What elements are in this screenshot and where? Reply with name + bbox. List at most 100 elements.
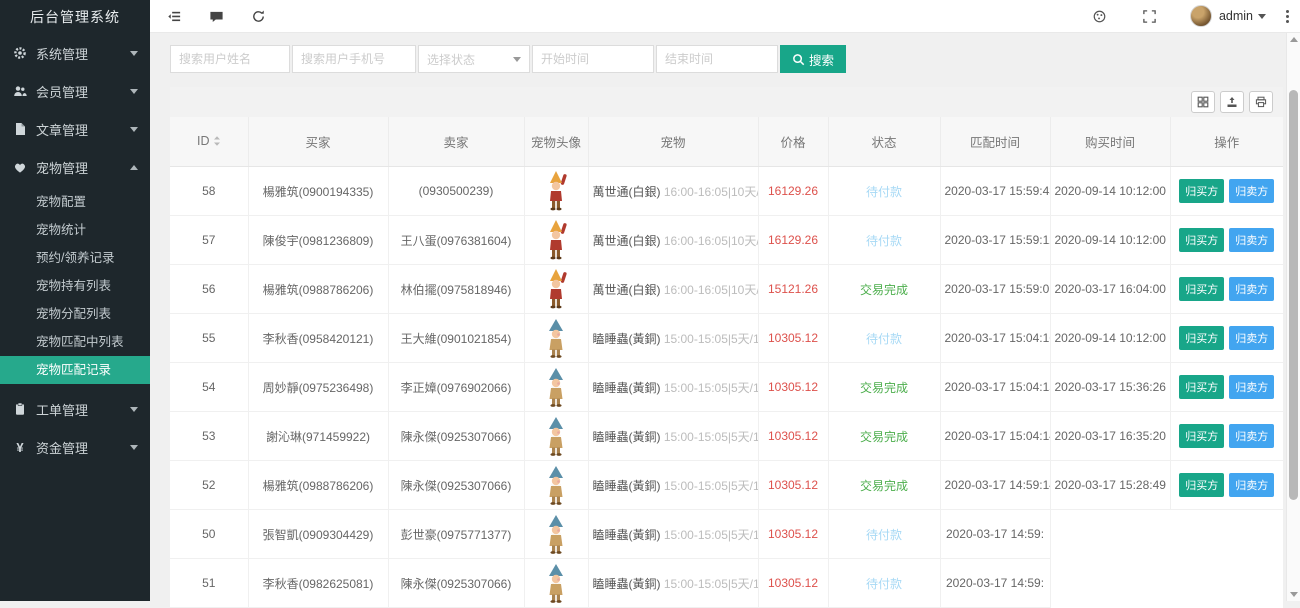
pet-avatar-dwarf-red xyxy=(543,268,569,310)
cell-id: 58 xyxy=(170,167,248,216)
cell-match-time: 2020-03-17 15:04:16 xyxy=(940,314,1050,363)
cell-match-time: 2020-03-17 15:04:14 xyxy=(940,412,1050,461)
return-to-seller-button[interactable]: 归卖方 xyxy=(1229,375,1274,399)
return-to-buyer-button[interactable]: 归买方 xyxy=(1179,473,1224,497)
chevron-down-icon xyxy=(130,445,138,450)
chevron-down-icon xyxy=(513,57,521,62)
sidebar-subitem[interactable]: 宠物分配列表 xyxy=(0,300,150,328)
article-icon xyxy=(12,121,28,137)
columns-button[interactable] xyxy=(1191,91,1215,113)
cell-status: 待付款 xyxy=(828,314,940,363)
user-avatar[interactable] xyxy=(1190,5,1212,27)
sidebar-item[interactable]: 系统管理 xyxy=(0,34,150,72)
refresh-button[interactable] xyxy=(244,4,272,28)
collapse-menu-button[interactable] xyxy=(160,4,188,28)
sidebar-item[interactable]: 文章管理 xyxy=(0,110,150,148)
vertical-scrollbar[interactable] xyxy=(1286,33,1300,601)
return-to-buyer-button[interactable]: 归买方 xyxy=(1179,326,1224,350)
workorder-icon xyxy=(12,401,28,417)
column-header[interactable]: ID xyxy=(170,117,248,167)
cell-seller: 李正嫜(0976902066) xyxy=(388,363,524,412)
return-to-seller-button[interactable]: 归卖方 xyxy=(1229,179,1274,203)
cell-actions: 归买方归卖方 xyxy=(1170,412,1283,461)
search-name-input[interactable] xyxy=(170,45,290,73)
cell-id: 54 xyxy=(170,363,248,412)
table-row: 51李秋香(0982625081)陳永傑(0925307066)瞌睡蟲(黃銅) … xyxy=(170,559,1283,608)
return-to-seller-button[interactable]: 归卖方 xyxy=(1229,277,1274,301)
start-time-input[interactable] xyxy=(532,45,654,73)
cell-actions: 归买方归卖方 xyxy=(1170,265,1283,314)
cell-match-time: 2020-03-17 14:59: xyxy=(940,510,1050,559)
return-to-buyer-button[interactable]: 归买方 xyxy=(1179,277,1224,301)
sidebar-item-label: 宠物管理 xyxy=(36,158,130,177)
cell-status: 待付款 xyxy=(828,167,940,216)
return-to-seller-button[interactable]: 归卖方 xyxy=(1229,424,1274,448)
cell-pet: 瞌睡蟲(黃銅) 15:00-15:05|5天/12% xyxy=(588,363,758,412)
cell-buyer: 李秋香(0958420121) xyxy=(248,314,388,363)
user-menu[interactable]: admin xyxy=(1219,9,1266,23)
return-to-seller-button[interactable]: 归卖方 xyxy=(1229,473,1274,497)
search-button[interactable]: 搜索 xyxy=(780,45,846,73)
return-to-buyer-button[interactable]: 归买方 xyxy=(1179,228,1224,252)
pet-detail: 16:00-16:05|10天/26% xyxy=(664,234,758,248)
cell-pet: 萬世通(白銀) 16:00-16:05|10天/26% xyxy=(588,167,758,216)
cell-price: 10305.12 xyxy=(758,461,828,510)
message-button[interactable] xyxy=(202,4,230,28)
cell-match-time: 2020-03-17 14:59:14 xyxy=(940,461,1050,510)
sidebar-item[interactable]: 宠物管理 xyxy=(0,148,150,186)
sidebar-subitem[interactable]: 宠物匹配中列表 xyxy=(0,328,150,356)
sidebar-subitem[interactable]: 宠物统计 xyxy=(0,216,150,244)
pet-name: 瞌睡蟲(黃銅) xyxy=(593,479,664,493)
print-button[interactable] xyxy=(1249,91,1273,113)
cell-price: 10305.12 xyxy=(758,559,828,608)
sidebar-subitem[interactable]: 宠物匹配记录 xyxy=(0,356,150,384)
search-phone-input[interactable] xyxy=(292,45,416,73)
cell-pet-avatar xyxy=(524,314,588,363)
cell-match-time: 2020-03-17 14:59: xyxy=(940,559,1050,608)
cell-buy-time xyxy=(1050,559,1170,608)
return-to-buyer-button[interactable]: 归买方 xyxy=(1179,179,1224,203)
cell-actions: 归买方归卖方 xyxy=(1170,314,1283,363)
scroll-up-icon[interactable] xyxy=(1290,37,1298,42)
return-to-seller-button[interactable]: 归卖方 xyxy=(1229,326,1274,350)
kebab-menu-icon[interactable] xyxy=(1286,10,1290,23)
cell-status: 交易完成 xyxy=(828,412,940,461)
pet-detail: 16:00-16:05|10天/26% xyxy=(664,185,758,199)
scroll-down-icon[interactable] xyxy=(1290,592,1298,597)
cell-buy-time: 2020-03-17 15:28:49 xyxy=(1050,461,1170,510)
sidebar-item[interactable]: 会员管理 xyxy=(0,72,150,110)
sidebar-item[interactable]: ¥资金管理 xyxy=(0,428,150,466)
fullscreen-button[interactable] xyxy=(1136,4,1164,28)
fullscreen-icon xyxy=(1142,9,1157,24)
status-select[interactable]: 选择状态 xyxy=(418,45,530,73)
cell-actions xyxy=(1170,559,1283,608)
cell-price: 15121.26 xyxy=(758,265,828,314)
pet-detail: 15:00-15:05|5天/12% xyxy=(664,430,758,444)
return-to-buyer-button[interactable]: 归买方 xyxy=(1179,424,1224,448)
topbar-right-icons xyxy=(1064,4,1164,28)
sort-icon[interactable] xyxy=(213,135,221,150)
sidebar-subitem[interactable]: 宠物配置 xyxy=(0,188,150,216)
sidebar-submenu: 宠物配置宠物统计预约/领养记录宠物持有列表宠物分配列表宠物匹配中列表宠物匹配记录 xyxy=(0,186,150,390)
sidebar-subitem[interactable]: 宠物持有列表 xyxy=(0,272,150,300)
end-time-input[interactable] xyxy=(656,45,778,73)
sidebar-item-label: 系统管理 xyxy=(36,44,130,63)
table-row: 56楊雅筑(0988786206)林伯擺(0975818946)萬世通(白銀) … xyxy=(170,265,1283,314)
cell-buy-time: 2020-03-17 16:04:00 xyxy=(1050,265,1170,314)
columns-icon xyxy=(1197,96,1209,108)
pet-detail: 15:00-15:05|5天/12% xyxy=(664,381,758,395)
export-button[interactable] xyxy=(1220,91,1244,113)
sidebar-subitem[interactable]: 预约/领养记录 xyxy=(0,244,150,272)
return-to-buyer-button[interactable]: 归买方 xyxy=(1179,375,1224,399)
sidebar-item[interactable]: 工单管理 xyxy=(0,390,150,428)
cell-buyer: 張智凱(0909304429) xyxy=(248,510,388,559)
app-title: 后台管理系统 xyxy=(0,0,150,34)
cell-status: 待付款 xyxy=(828,216,940,265)
theme-button[interactable] xyxy=(1086,4,1114,28)
column-header: 宠物 xyxy=(588,117,758,167)
scrollbar-thumb[interactable] xyxy=(1289,90,1298,500)
chevron-down-icon xyxy=(130,89,138,94)
cell-buyer: 周妙靜(0975236498) xyxy=(248,363,388,412)
return-to-seller-button[interactable]: 归卖方 xyxy=(1229,228,1274,252)
cell-seller: (0930500239) xyxy=(388,167,524,216)
